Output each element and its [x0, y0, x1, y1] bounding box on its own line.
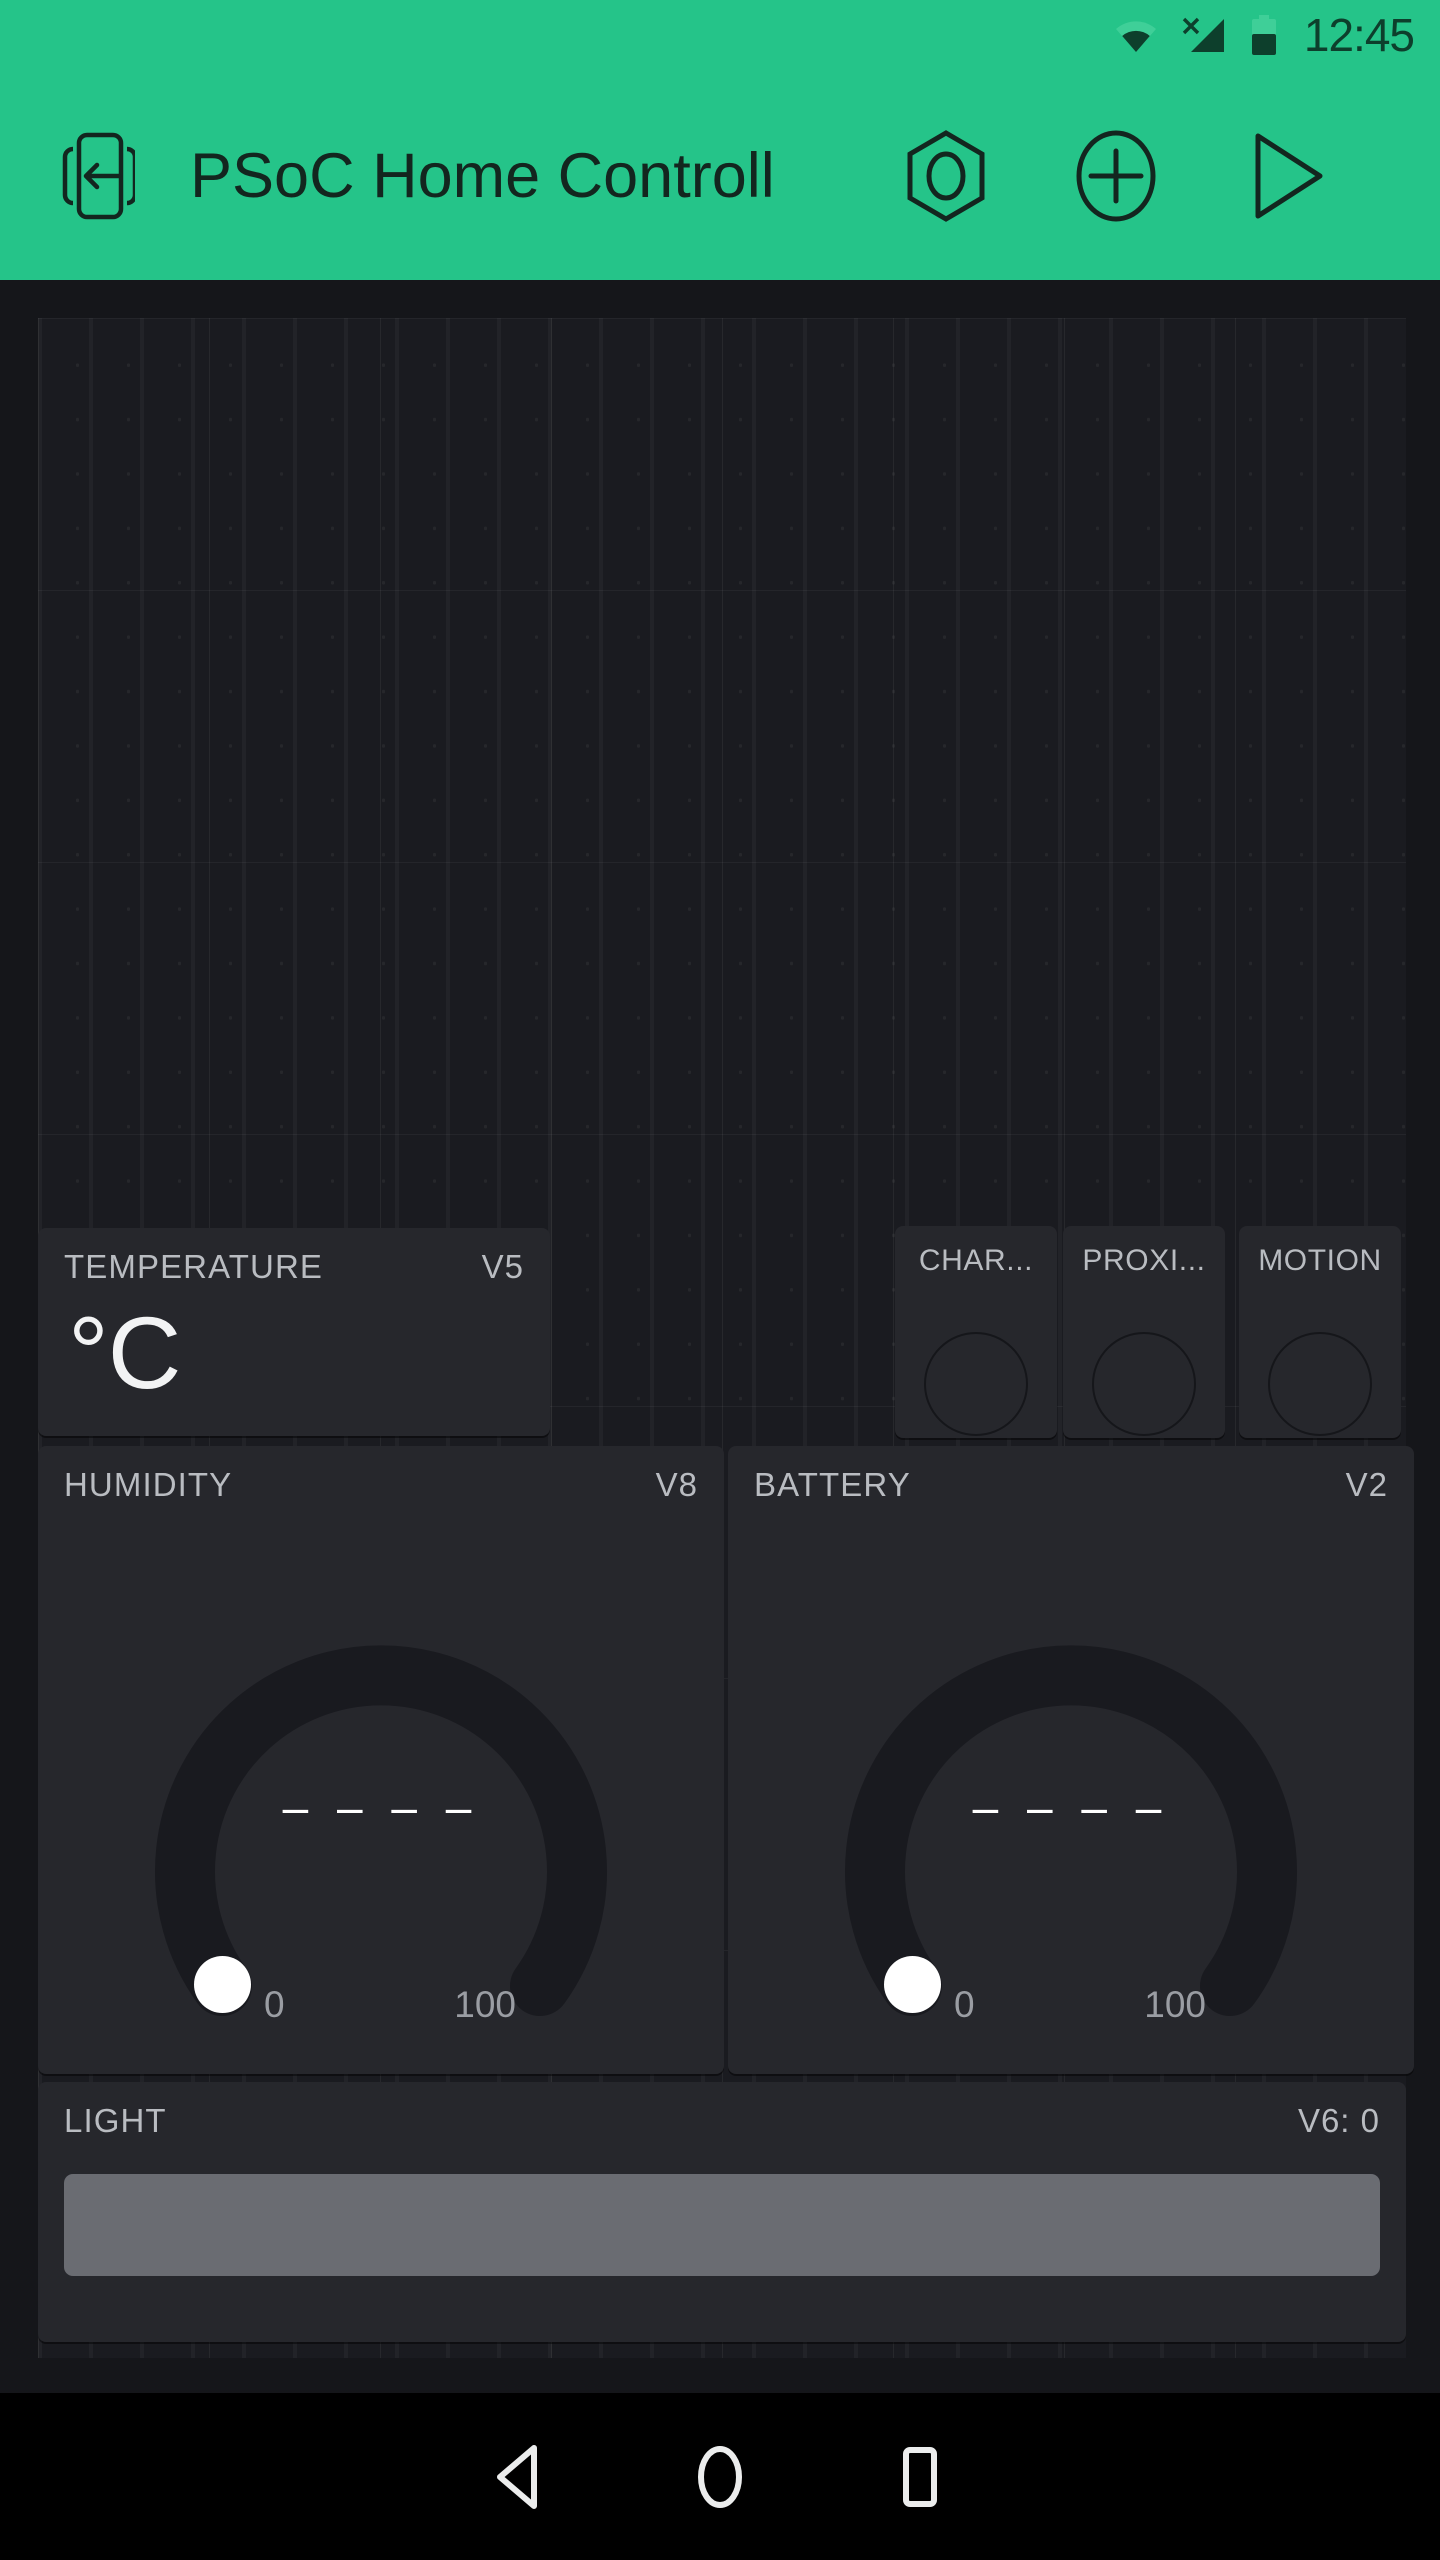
gauge-value: – – – –: [282, 1781, 480, 1833]
widget-header: CHAR...: [895, 1226, 1057, 1276]
widget-gauge-humidity[interactable]: HUMIDITY V8 – – – – 0 100: [38, 1446, 724, 2074]
plus-circle-icon[interactable]: [1064, 124, 1168, 228]
widget-label: MOTION: [1258, 1246, 1382, 1276]
gauge-max-label: 100: [454, 1984, 516, 2025]
widget-led-proximity[interactable]: PROXI...: [1063, 1226, 1225, 1438]
temperature-value: °C: [68, 1296, 181, 1410]
widget-pin: V8: [655, 1466, 698, 1503]
widget-pin: V2: [1345, 1466, 1388, 1503]
cellular-no-sim-icon: [1180, 16, 1228, 56]
widget-temperature[interactable]: TEMPERATURE V5 °C: [38, 1228, 550, 1436]
widget-pin-value: V6: 0: [1297, 2102, 1380, 2139]
gauge-value: – – – –: [972, 1781, 1170, 1833]
widget-header: MOTION: [1239, 1226, 1401, 1276]
gauge-min-label: 0: [264, 1984, 285, 2025]
widget-label: LIGHT: [64, 2104, 167, 2137]
widget-header: BATTERY V2: [728, 1446, 1414, 1501]
widget-gauge-battery[interactable]: BATTERY V2 – – – – 0 100: [728, 1446, 1414, 2074]
gauge-body: – – – – 0 100: [728, 1516, 1414, 2056]
nav-recents-icon[interactable]: [820, 2393, 1020, 2560]
page-title: PSoC Home Controll: [190, 144, 775, 208]
led-indicator-icon[interactable]: [924, 1332, 1028, 1436]
widget-header: LIGHT V6: 0: [38, 2082, 1406, 2137]
widget-pin: V5: [481, 1248, 524, 1285]
widget-led-charging[interactable]: CHAR...: [895, 1226, 1057, 1438]
app-bar-actions: [894, 124, 1338, 228]
battery-icon: [1250, 15, 1278, 57]
widget-label: BATTERY: [754, 1468, 911, 1501]
status-bar-clock: 12:45: [1303, 8, 1415, 61]
led-indicator-icon[interactable]: [1092, 1332, 1196, 1436]
slider-track[interactable]: [64, 2174, 1380, 2276]
app-bar: PSoC Home Controll: [0, 72, 1440, 280]
android-nav-bar: [0, 2393, 1440, 2560]
device-exit-icon[interactable]: [48, 131, 144, 221]
widget-slider-light[interactable]: LIGHT V6: 0: [38, 2082, 1406, 2342]
nav-home-icon[interactable]: [620, 2393, 820, 2560]
gauge-min-label: 0: [954, 1984, 975, 2025]
widget-label: CHAR...: [918, 1246, 1034, 1276]
widget-header: TEMPERATURE V5: [38, 1228, 550, 1283]
led-indicator-icon[interactable]: [1268, 1332, 1372, 1436]
wifi-icon: [1114, 18, 1158, 54]
gauge-knob-handle[interactable]: [194, 1956, 251, 2013]
nav-back-icon[interactable]: [420, 2393, 620, 2560]
widget-label: PROXI...: [1082, 1246, 1206, 1276]
widget-header: HUMIDITY V8: [38, 1446, 724, 1501]
phone-screen: 12:45 PSoC Home Controll TEMPERATURE V5 …: [0, 0, 1440, 2560]
widget-label: HUMIDITY: [64, 1468, 233, 1501]
play-icon[interactable]: [1234, 124, 1338, 228]
widget-header: PROXI...: [1063, 1226, 1225, 1276]
gauge-max-label: 100: [1144, 1984, 1206, 2025]
gauge-body: – – – – 0 100: [38, 1516, 724, 2056]
gauge-knob-handle[interactable]: [884, 1956, 941, 2013]
widget-led-motion[interactable]: MOTION: [1239, 1226, 1401, 1438]
hexagon-settings-icon[interactable]: [894, 124, 998, 228]
widget-label: TEMPERATURE: [64, 1250, 324, 1283]
status-bar: 12:45: [0, 0, 1440, 72]
